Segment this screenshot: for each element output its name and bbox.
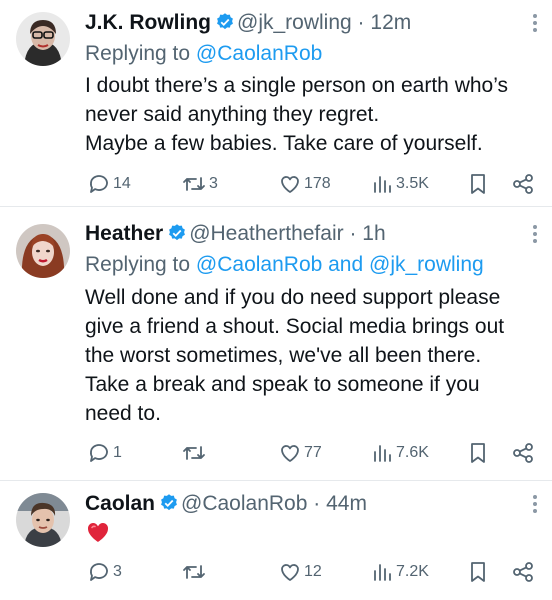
display-name[interactable]: Heather — [85, 222, 163, 245]
view-count: 7.2K — [396, 563, 429, 580]
bookmark-button[interactable] — [467, 559, 489, 585]
views-icon — [374, 445, 391, 462]
tweet-caolan[interactable]: Caolan @CaolanRob · 44m 3 12 7.2K — [0, 481, 552, 600]
reply-count: 1 — [113, 444, 122, 461]
handle[interactable]: @CaolanRob — [181, 492, 307, 515]
share-icon — [513, 562, 533, 582]
display-name[interactable]: J.K. Rowling — [85, 11, 211, 34]
share-icon — [513, 174, 533, 194]
handle[interactable]: @Heatherthefair — [189, 222, 343, 245]
tweet-header: J.K. Rowling @jk_rowling · 12m — [85, 10, 411, 36]
verified-badge-icon — [161, 494, 177, 511]
reply-icon — [90, 563, 108, 581]
timestamp[interactable]: 12m — [370, 11, 411, 34]
action-bar: 1 77 7.6K — [85, 440, 540, 466]
bookmark-button[interactable] — [467, 171, 489, 197]
repost-button[interactable] — [181, 559, 209, 585]
more-icon[interactable] — [532, 14, 538, 36]
share-button[interactable] — [511, 440, 535, 466]
repost-icon — [183, 446, 205, 460]
share-icon — [513, 443, 533, 463]
repost-button[interactable] — [181, 440, 209, 466]
replying-to-mention[interactable]: @CaolanRob — [196, 42, 322, 65]
share-button[interactable] — [511, 559, 535, 585]
like-icon — [281, 564, 299, 581]
tweet-heather[interactable]: Heather @Heatherthefair · 1h Replying to … — [0, 207, 552, 480]
handle[interactable]: @jk_rowling — [237, 11, 352, 34]
display-name[interactable]: Caolan — [85, 492, 155, 515]
separator-dot: · — [313, 492, 321, 515]
reply-button[interactable]: 1 — [87, 440, 122, 466]
reply-count: 3 — [113, 563, 122, 580]
like-icon — [281, 176, 299, 193]
tweet-text — [85, 520, 540, 552]
like-icon — [281, 445, 299, 462]
replying-to: Replying to @CaolanRob and @jk_rowling — [85, 253, 484, 276]
verified-badge-icon — [169, 224, 186, 241]
reply-icon — [90, 175, 108, 193]
tweet-header: Heather @Heatherthefair · 1h — [85, 221, 386, 247]
like-count: 77 — [304, 444, 322, 461]
more-icon[interactable] — [532, 495, 538, 517]
like-button[interactable]: 77 — [278, 440, 322, 466]
timestamp[interactable]: 44m — [326, 492, 367, 515]
reply-count: 14 — [113, 175, 131, 192]
like-count: 12 — [304, 563, 322, 580]
share-button[interactable] — [511, 171, 535, 197]
bookmark-icon — [471, 443, 485, 463]
views-button[interactable]: 7.2K — [372, 559, 429, 585]
repost-count: 3 — [209, 175, 218, 192]
red-heart-icon — [87, 523, 109, 542]
views-button[interactable]: 3.5K — [372, 171, 429, 197]
tweet-text: Well done and if you do need support ple… — [85, 286, 505, 425]
tweet-header: Caolan @CaolanRob · 44m — [85, 491, 367, 517]
bookmark-icon — [471, 174, 485, 194]
action-bar: 14 3 178 3.5K — [85, 171, 540, 197]
reply-button[interactable]: 3 — [87, 559, 122, 585]
replying-to: Replying to @CaolanRob — [85, 42, 323, 65]
like-count: 178 — [304, 175, 331, 192]
avatar[interactable] — [16, 493, 70, 547]
verified-badge-icon — [217, 13, 233, 30]
bookmark-icon — [471, 562, 485, 582]
bookmark-button[interactable] — [467, 440, 489, 466]
repost-icon — [183, 565, 205, 579]
reply-icon — [90, 444, 108, 462]
views-button[interactable]: 7.6K — [372, 440, 429, 466]
like-button[interactable]: 12 — [278, 559, 322, 585]
avatar[interactable] — [16, 12, 70, 66]
repost-button[interactable]: 3 — [181, 171, 218, 197]
view-count: 7.6K — [396, 444, 429, 461]
timestamp[interactable]: 1h — [362, 222, 385, 245]
separator-dot: · — [349, 222, 357, 245]
tweet-text: I doubt there’s a single person on earth… — [85, 74, 509, 155]
views-icon — [374, 564, 391, 581]
avatar[interactable] — [16, 224, 70, 278]
more-icon[interactable] — [532, 225, 538, 247]
replying-to-mention[interactable]: @CaolanRob and @jk_rowling — [196, 253, 484, 276]
action-bar: 3 12 7.2K — [85, 559, 540, 585]
repost-icon — [183, 177, 205, 191]
reply-button[interactable]: 14 — [87, 171, 131, 197]
tweet-jk-rowling[interactable]: J.K. Rowling @jk_rowling · 12m Replying t… — [0, 0, 552, 206]
view-count: 3.5K — [396, 175, 429, 192]
separator-dot: · — [357, 11, 365, 34]
views-icon — [374, 176, 391, 193]
like-button[interactable]: 178 — [278, 171, 331, 197]
